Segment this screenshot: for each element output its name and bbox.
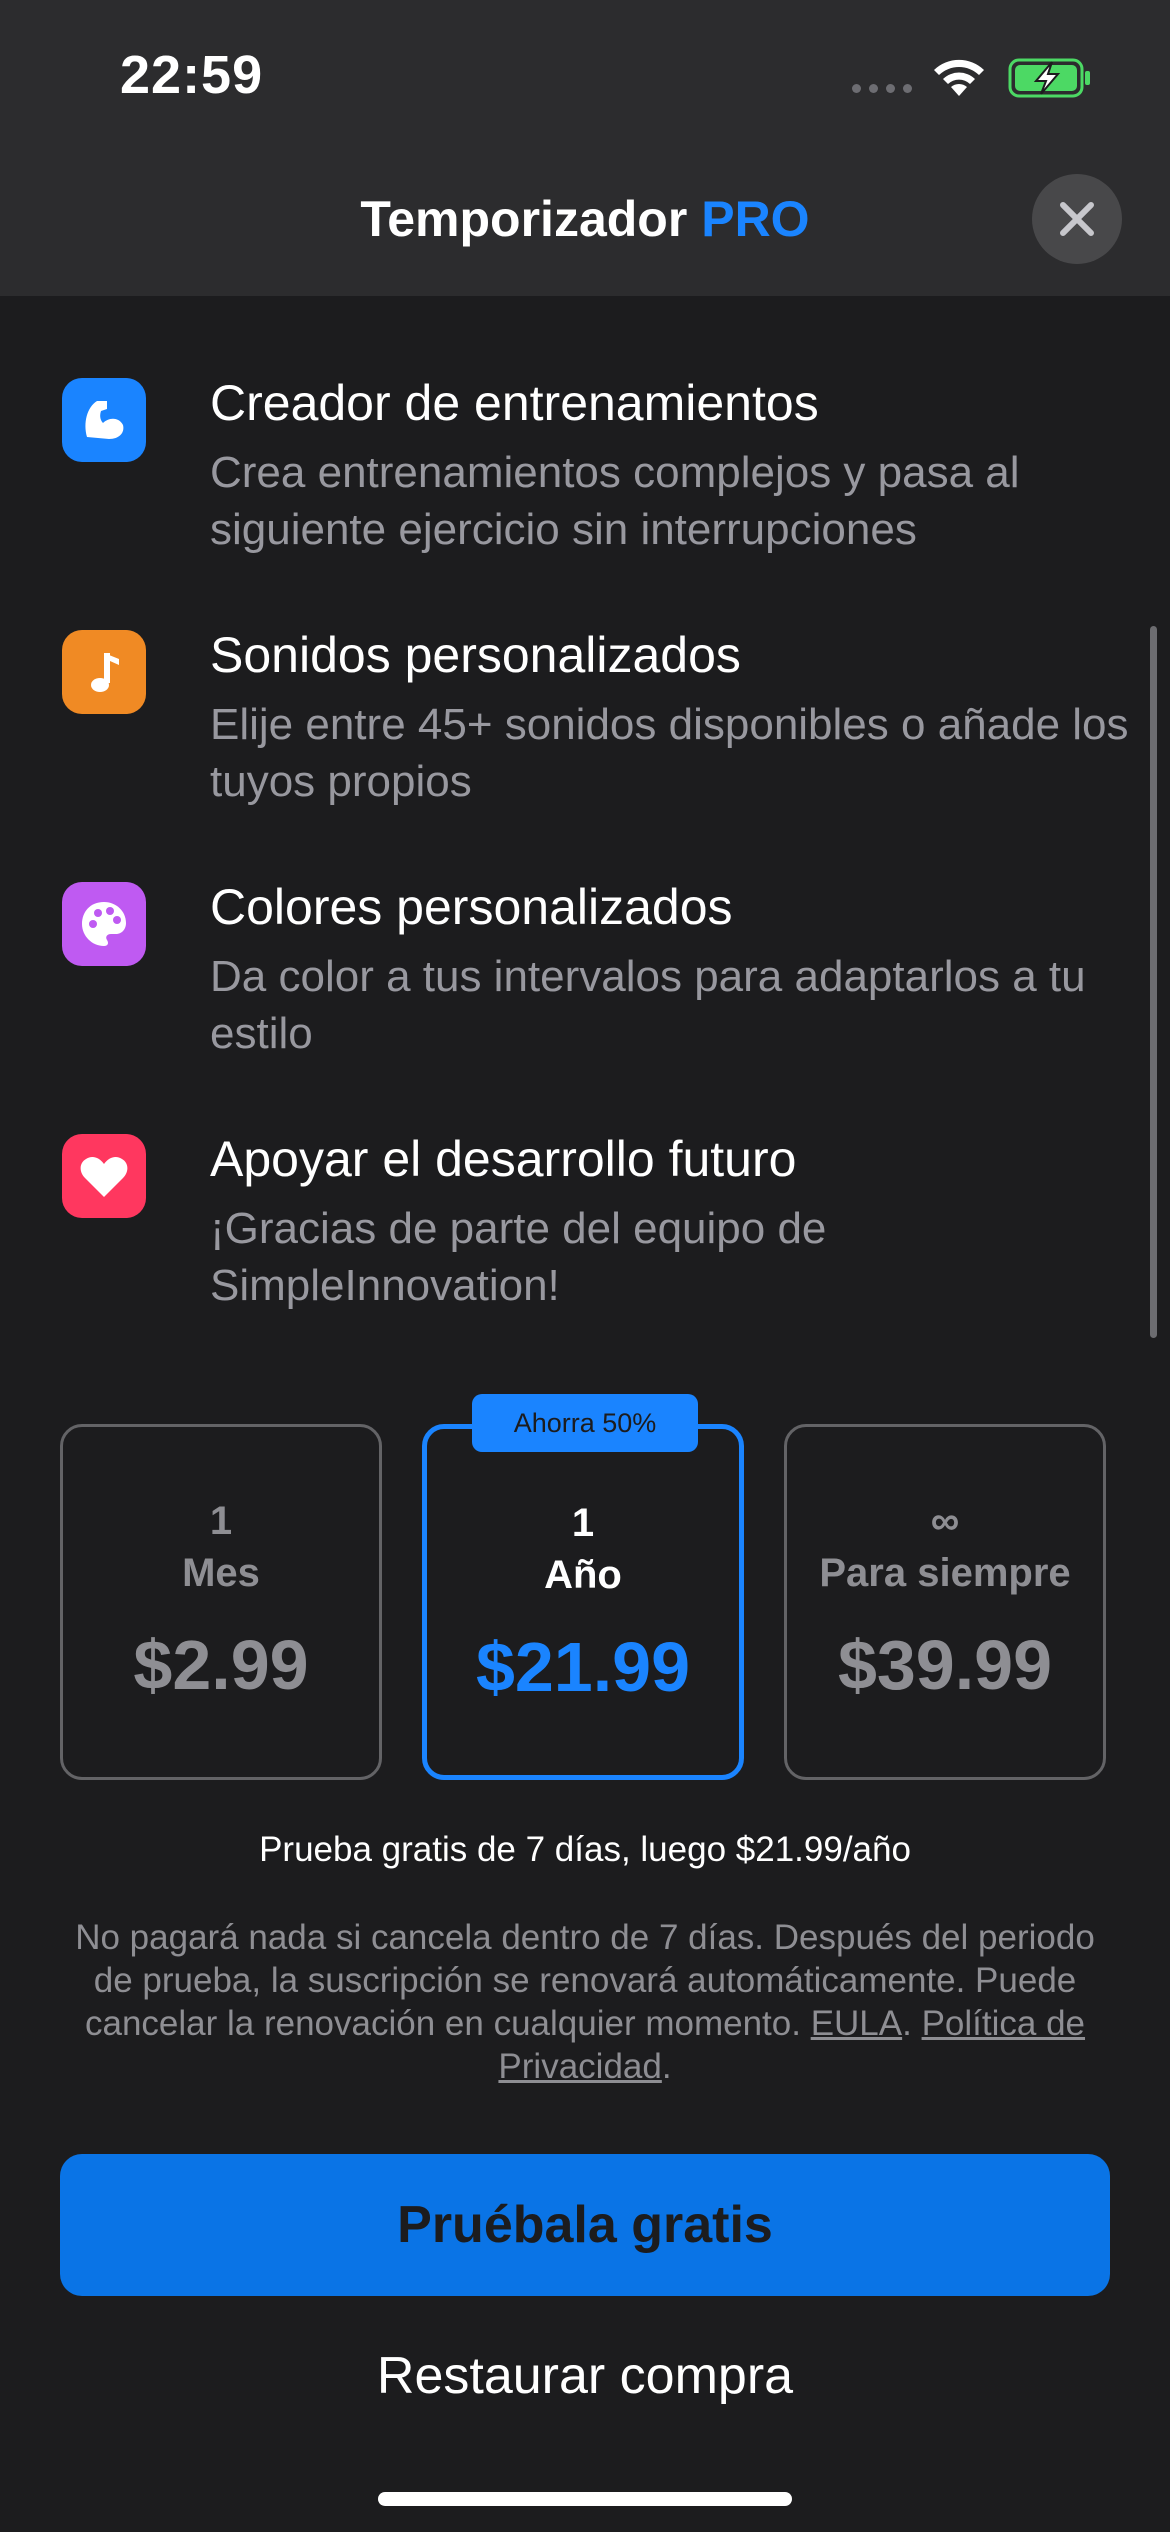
plan-price: $21.99 bbox=[475, 1628, 691, 1706]
flexed-biceps-icon bbox=[62, 378, 146, 462]
title-pro: PRO bbox=[701, 191, 810, 247]
music-note-icon bbox=[62, 630, 146, 714]
plan-count: 1 bbox=[571, 1501, 595, 1545]
page-title: Temporizador PRO bbox=[0, 190, 1170, 248]
try-free-button[interactable]: Pruébala gratis bbox=[60, 2154, 1110, 2296]
plan-price: $39.99 bbox=[837, 1626, 1053, 1704]
plan-price: $2.99 bbox=[133, 1626, 309, 1704]
scroll-indicator[interactable] bbox=[1150, 626, 1157, 1338]
home-indicator[interactable] bbox=[378, 2492, 792, 2506]
feature-description: Crea entrenamientos complejos y pasa al … bbox=[210, 448, 1020, 554]
feature-description: ¡Gracias de parte del equipo de SimpleIn… bbox=[210, 1204, 827, 1310]
plan-unit: Mes bbox=[182, 1551, 260, 1595]
heart-icon bbox=[62, 1134, 146, 1218]
plan-count: 1 bbox=[209, 1499, 233, 1543]
legal-text: No pagará nada si cancela dentro de 7 dí… bbox=[75, 1918, 1095, 2086]
feature-title: Colores personalizados bbox=[210, 879, 733, 935]
close-button[interactable] bbox=[1032, 174, 1122, 264]
feature-description: Elije entre 45+ sonidos disponibles o añ… bbox=[210, 700, 1129, 806]
plan-unit: Año bbox=[544, 1553, 622, 1597]
feature-title: Creador de entrenamientos bbox=[210, 375, 819, 431]
title-text: Temporizador bbox=[360, 191, 688, 247]
status-time: 22:59 bbox=[120, 45, 264, 105]
savings-badge: Ahorra 50% bbox=[472, 1394, 698, 1452]
feature-title: Apoyar el desarrollo futuro bbox=[210, 1131, 797, 1187]
cellular-signal-icon bbox=[852, 84, 912, 93]
plan-monthly[interactable]: 1 Mes $2.99 bbox=[60, 1424, 382, 1780]
plan-unit: Para siempre bbox=[819, 1551, 1071, 1595]
feature-title: Sonidos personalizados bbox=[210, 627, 741, 683]
feature-description: Da color a tus intervalos para adaptarlo… bbox=[210, 952, 1086, 1058]
trial-text: Prueba gratis de 7 días, luego $21.99/añ… bbox=[259, 1830, 911, 1869]
eula-link[interactable]: EULA bbox=[811, 2004, 902, 2043]
plan-yearly[interactable]: 1 Año $21.99 bbox=[422, 1424, 744, 1780]
restore-purchase-button[interactable]: Restaurar compra bbox=[0, 2346, 1170, 2406]
plan-lifetime[interactable]: ∞ Para siempre $39.99 bbox=[784, 1424, 1106, 1780]
close-icon bbox=[1060, 202, 1094, 236]
palette-icon bbox=[62, 882, 146, 966]
plan-count: ∞ bbox=[930, 1499, 960, 1543]
top-bar: 22:59 Temporizador PRO bbox=[0, 0, 1170, 296]
battery-charging-icon bbox=[1008, 58, 1090, 98]
wifi-icon bbox=[934, 59, 984, 96]
